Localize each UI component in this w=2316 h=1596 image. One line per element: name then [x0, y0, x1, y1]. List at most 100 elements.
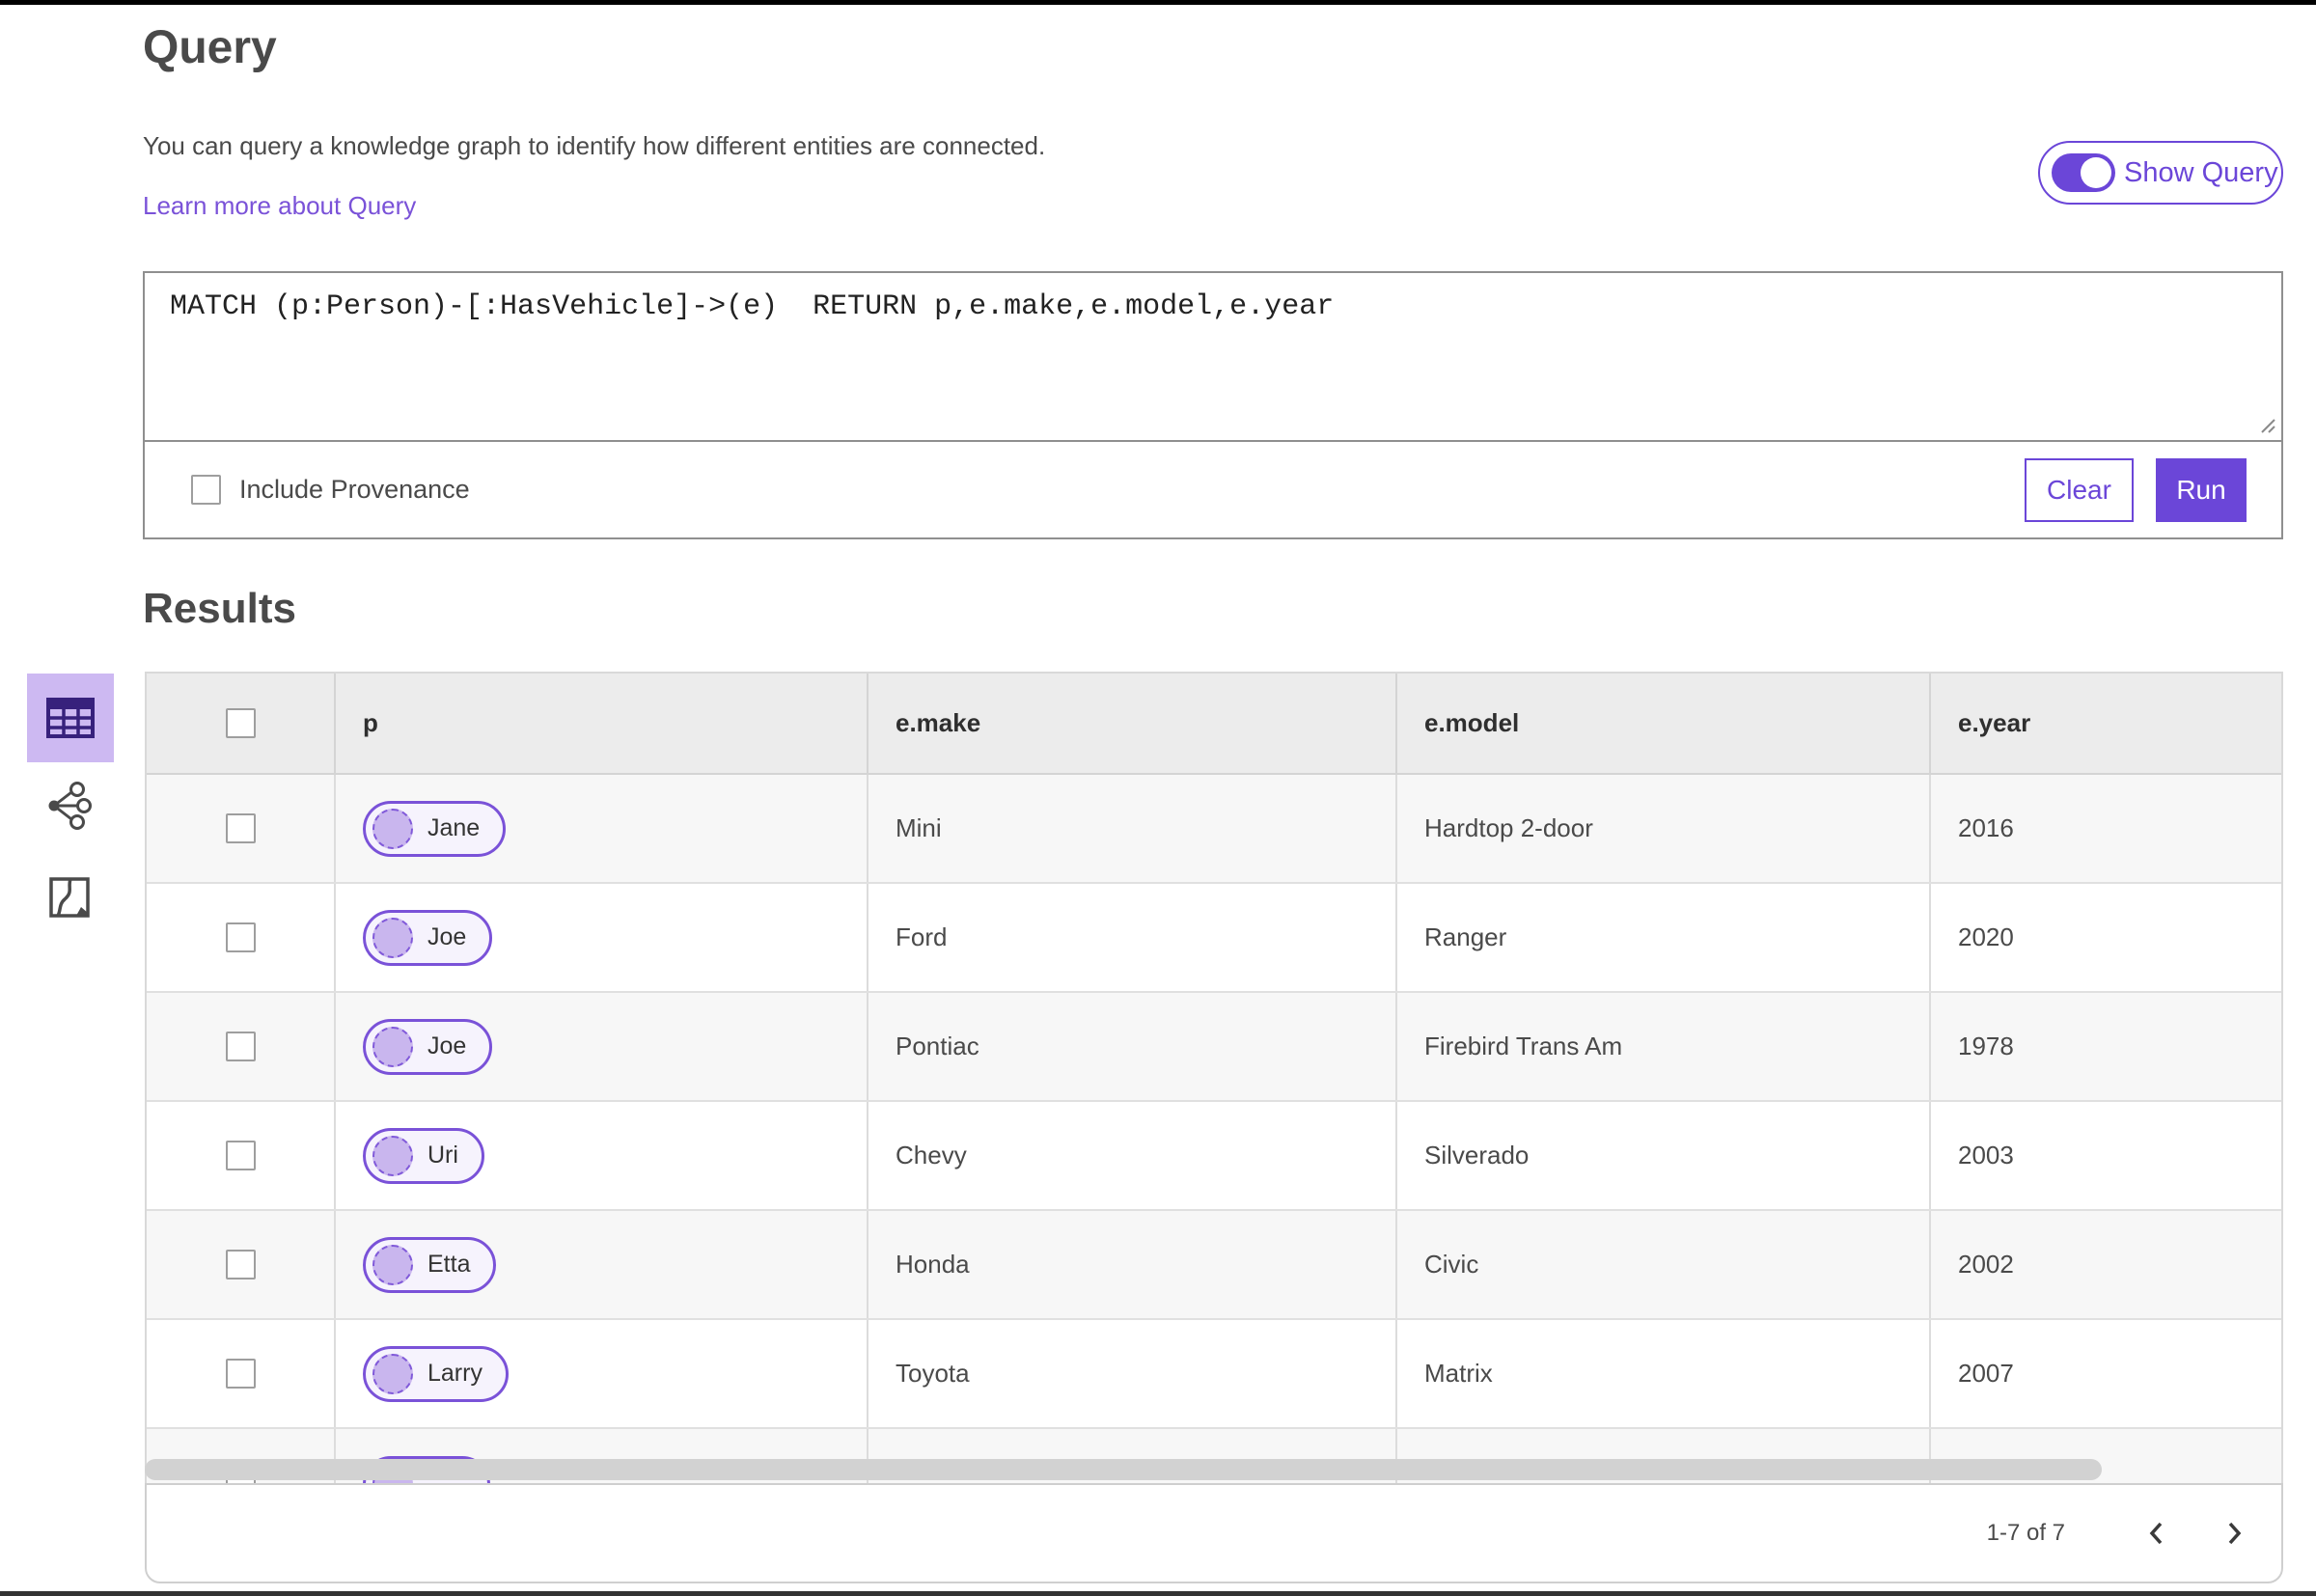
table-body: Jane Mini Hardtop 2-door 2016 Joe Ford Ranger 2…	[147, 775, 2281, 1483]
row-checkbox[interactable]	[225, 922, 256, 952]
chevron-left-icon	[2149, 1522, 2163, 1545]
page-title: Query	[143, 22, 277, 73]
row-checkbox-cell	[147, 884, 336, 991]
link-chart-view-button[interactable]	[45, 782, 92, 830]
table-header-row: p e.make e.model e.year	[147, 674, 2281, 775]
query-input[interactable]: MATCH (p:Person)-[:HasVehicle]->(e) RETU…	[145, 273, 2281, 440]
entity-cell-p: Larry	[336, 1320, 868, 1427]
table-row[interactable]: Etta Honda Civic 2002	[147, 1211, 2281, 1320]
pagination-range-label: 1-7 of 7	[1986, 1520, 2065, 1546]
cell-e-make: Pontiac	[868, 993, 1397, 1100]
cell-e-year: 1978	[1958, 1032, 2014, 1060]
table-row[interactable]: Uri Chevy Silverado 2003	[147, 1102, 2281, 1211]
resize-handle-icon[interactable]	[2257, 415, 2276, 434]
page-description: You can query a knowledge graph to ident…	[143, 131, 1046, 160]
cell-e-make: Toyota	[868, 1320, 1397, 1427]
entity-node-icon	[372, 917, 413, 958]
row-checkbox-cell	[147, 775, 336, 882]
row-checkbox-cell	[147, 1211, 336, 1318]
cell-e-model: Firebird Trans Am	[1397, 993, 1931, 1100]
entity-name-label: Joe	[427, 923, 467, 950]
person-entity-pill[interactable]: Joe	[363, 909, 493, 966]
header-checkbox-cell	[147, 674, 336, 773]
entity-cell-p: Joe	[336, 884, 868, 991]
person-entity-pill[interactable]: Jane	[363, 800, 507, 857]
run-button[interactable]: Run	[2156, 457, 2247, 522]
bottom-edge-bar	[0, 1591, 2316, 1596]
cell-e-model: Civic	[1397, 1211, 1931, 1318]
entity-name-label: Joe	[427, 1032, 467, 1059]
query-editor-panel: MATCH (p:Person)-[:HasVehicle]->(e) RETU…	[143, 271, 2283, 539]
entity-node-icon	[372, 1244, 413, 1285]
row-checkbox[interactable]	[225, 1250, 256, 1280]
query-editor-toolbar: Include Provenance Clear Run	[145, 442, 2281, 537]
entity-node-icon	[372, 1353, 413, 1394]
table-view-button[interactable]	[27, 674, 114, 762]
row-checkbox-cell	[147, 1320, 336, 1427]
horizontal-scrollbar-thumb[interactable]	[145, 1459, 2102, 1480]
query-editor-area: MATCH (p:Person)-[:HasVehicle]->(e) RETU…	[145, 273, 2281, 442]
column-header-p: p	[336, 674, 868, 773]
table-row[interactable]: Joe Ford Ranger 2020	[147, 884, 2281, 993]
map-icon	[49, 877, 90, 918]
link-chart-icon	[48, 782, 92, 830]
column-header-e-make: e.make	[868, 674, 1397, 773]
cell-e-model: Matrix	[1397, 1320, 1931, 1427]
entity-cell-p: Joe	[336, 993, 868, 1100]
person-entity-pill[interactable]: Etta	[363, 1236, 497, 1293]
entity-name-label: Jane	[427, 814, 481, 841]
entity-node-icon	[372, 1135, 413, 1176]
entity-name-label: Larry	[427, 1360, 482, 1387]
row-checkbox[interactable]	[225, 1141, 256, 1170]
entity-cell-p: Etta	[336, 1211, 868, 1318]
entity-cell-p: Uri	[336, 1102, 868, 1209]
show-query-label: Show Query	[2124, 156, 2278, 188]
table-pagination-footer: 1-7 of 7	[145, 1483, 2283, 1583]
cell-e-year: 2016	[1958, 813, 2014, 842]
cell-e-make: Chevy	[868, 1102, 1397, 1209]
top-edge-bar	[0, 0, 2316, 5]
row-checkbox[interactable]	[225, 1032, 256, 1061]
cell-e-year: 2002	[1958, 1250, 2014, 1279]
column-header-e-year: e.year	[1958, 708, 2031, 737]
cell-e-year: 2007	[1958, 1359, 2014, 1388]
clear-button[interactable]: Clear	[2025, 457, 2134, 522]
table-row[interactable]: Larry Toyota Matrix 2007	[147, 1320, 2281, 1429]
include-provenance-checkbox[interactable]	[191, 475, 221, 505]
person-entity-pill[interactable]: Larry	[363, 1345, 509, 1402]
cell-e-model: Ranger	[1397, 884, 1931, 991]
row-checkbox-cell	[147, 993, 336, 1100]
entity-name-label: Etta	[427, 1251, 471, 1278]
entity-name-label: Uri	[427, 1142, 458, 1169]
person-entity-pill[interactable]: Joe	[363, 1018, 493, 1075]
row-checkbox-cell	[147, 1102, 336, 1209]
row-checkbox[interactable]	[225, 1359, 256, 1389]
select-all-checkbox[interactable]	[225, 708, 256, 738]
cell-e-make: Mini	[868, 775, 1397, 882]
table-row[interactable]: Jane Mini Hardtop 2-door 2016	[147, 775, 2281, 884]
cell-e-make: Ford	[868, 884, 1397, 991]
cell-e-model: Silverado	[1397, 1102, 1931, 1209]
table-icon	[46, 698, 95, 738]
chevron-right-icon	[2228, 1522, 2242, 1545]
column-header-e-model: e.model	[1397, 674, 1931, 773]
cell-e-make: Honda	[868, 1211, 1397, 1318]
table-row[interactable]: Joe Pontiac Firebird Trans Am 1978	[147, 993, 2281, 1102]
previous-page-button[interactable]	[2137, 1513, 2177, 1554]
learn-more-link[interactable]: Learn more about Query	[143, 191, 416, 221]
cell-e-year: 2003	[1958, 1141, 2014, 1169]
next-page-button[interactable]	[2214, 1513, 2254, 1554]
show-query-toggle[interactable]: Show Query	[2038, 141, 2283, 205]
include-provenance-label: Include Provenance	[239, 475, 470, 504]
toggle-knob	[2081, 157, 2111, 188]
entity-node-icon	[372, 1026, 413, 1067]
person-entity-pill[interactable]: Uri	[363, 1127, 484, 1184]
toggle-switch-on-icon[interactable]	[2052, 153, 2115, 192]
entity-cell-p: Jane	[336, 775, 868, 882]
map-view-button[interactable]	[49, 876, 90, 919]
cell-e-year: 2020	[1958, 922, 2014, 951]
cell-e-model: Hardtop 2-door	[1397, 775, 1931, 882]
results-table: p e.make e.model e.year Jane Mini Hardtop …	[145, 672, 2283, 1483]
row-checkbox[interactable]	[225, 813, 256, 843]
query-page: Query You can query a knowledge graph to…	[0, 0, 2316, 1596]
